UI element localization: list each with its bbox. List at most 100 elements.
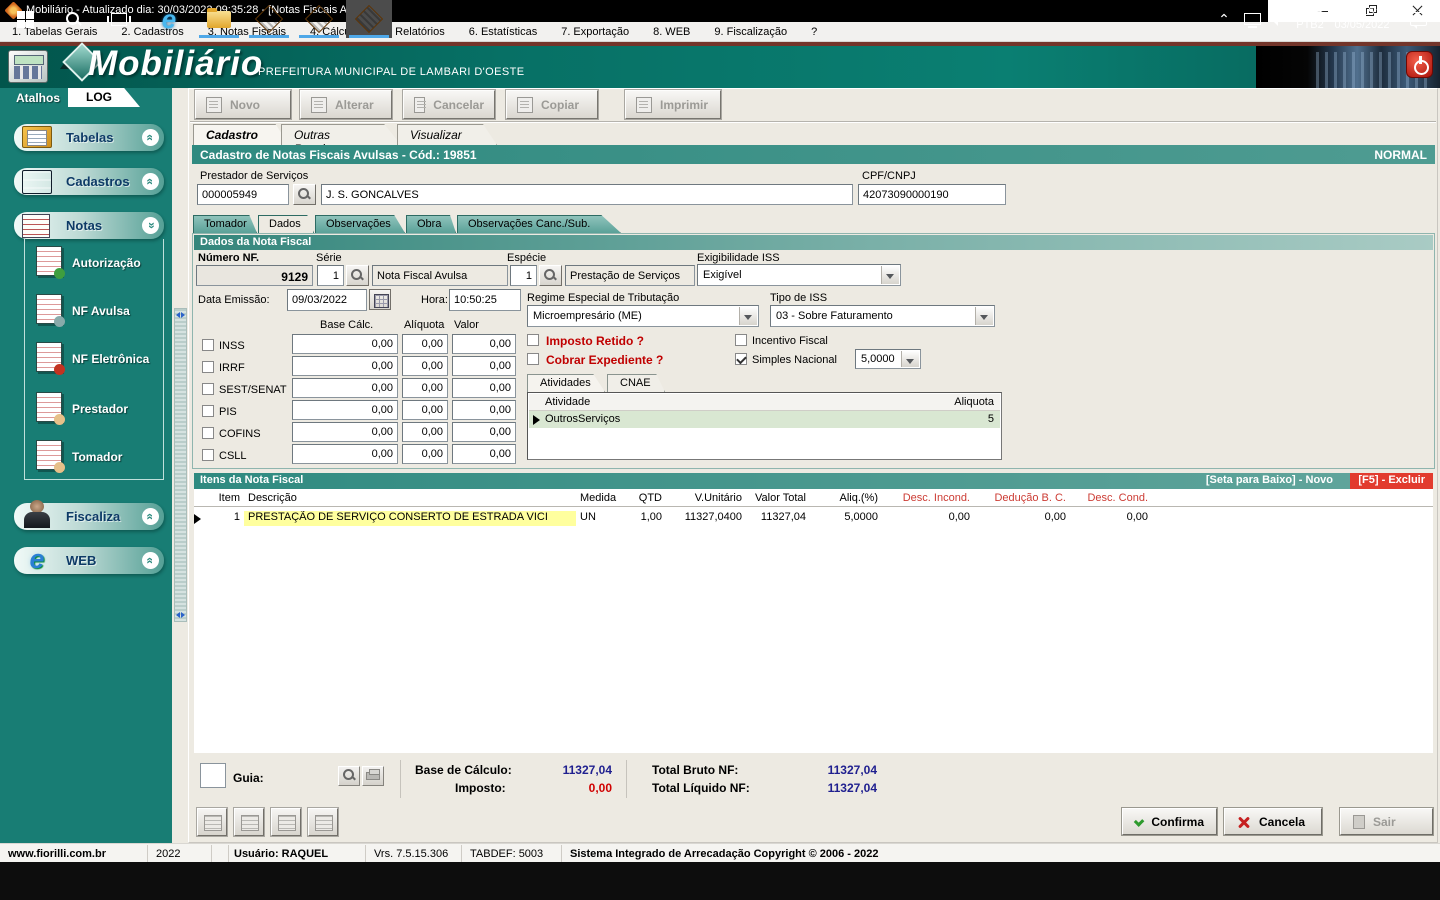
copiar-button[interactable]: Copiar [506, 90, 598, 119]
sidebar-item-autorizacao[interactable]: Autorização [72, 256, 141, 270]
power-button[interactable] [1406, 51, 1433, 78]
nav-button-4[interactable] [308, 808, 338, 836]
sidebar-group-tabelas[interactable]: Tabelas » [14, 124, 164, 151]
tab-outras-receitas[interactable]: Outras Receitas [281, 124, 401, 145]
guia-search-button[interactable] [338, 766, 360, 786]
sidebar-group-cadastros[interactable]: Cadastros » [14, 168, 164, 195]
regime-select[interactable]: Microempresário (ME) [527, 305, 759, 327]
tab-tomador[interactable]: Tomador [193, 215, 257, 233]
sest-valor-field[interactable]: 0,00 [452, 378, 516, 398]
prestador-code-field[interactable]: 000005949 [197, 184, 289, 205]
taskbar-app-1[interactable] [246, 0, 292, 38]
cobrar-expediente-checkbox[interactable] [527, 353, 539, 365]
cpf-field[interactable]: 42073090000190 [858, 184, 1006, 205]
chevron-up-icon[interactable]: » [142, 217, 159, 234]
nav-button-1[interactable] [197, 808, 227, 836]
prestador-search-button[interactable] [293, 184, 316, 205]
tab-visualizar[interactable]: Visualizar [397, 124, 497, 145]
sest-base-field[interactable]: 0,00 [292, 378, 398, 398]
tray-expand-button[interactable]: ⌃ [1210, 0, 1238, 38]
taskbar-explorer[interactable] [196, 0, 242, 38]
splitter-arrows-icon[interactable] [176, 611, 185, 619]
irrf-valor-field[interactable]: 0,00 [452, 356, 516, 376]
exigibilidade-select[interactable]: Exigível [697, 264, 901, 286]
sidebar-item-nf-avulsa[interactable]: NF Avulsa [72, 304, 130, 318]
simples-nacional-checkbox[interactable] [735, 353, 747, 365]
calendar-button[interactable] [369, 289, 391, 310]
volume-icon[interactable] [1262, 0, 1292, 38]
especie-field[interactable]: 1 [510, 265, 537, 286]
menu-help[interactable]: ? [799, 26, 829, 38]
data-emissao-field[interactable]: 09/03/2022 [287, 289, 367, 311]
csll-base-field[interactable]: 0,00 [292, 444, 398, 464]
tab-obra[interactable]: Obra [406, 215, 456, 233]
csll-aliq-field[interactable]: 0,00 [402, 444, 448, 464]
prestador-name-field[interactable]: J. S. GONCALVES [321, 184, 853, 205]
sidebar-group-notas[interactable]: Notas » [14, 212, 164, 239]
atividade-row[interactable]: OutrosServiços 5 [529, 411, 1000, 428]
tab-dados[interactable]: Dados [258, 215, 314, 233]
csll-valor-field[interactable]: 0,00 [452, 444, 516, 464]
taskbar-app-2[interactable] [296, 0, 342, 38]
item-row[interactable]: 1 PRESTAÇÃO DE SERVIÇO CONSERTO DE ESTRA… [194, 508, 1433, 526]
sidebar-group-fiscaliza[interactable]: Fiscaliza » [14, 503, 164, 530]
menu-fiscalizacao[interactable]: 9. Fiscalização [702, 26, 799, 38]
tab-observacoes[interactable]: Observações [315, 215, 405, 233]
imprimir-button[interactable]: Imprimir [625, 90, 721, 119]
sest-aliq-field[interactable]: 0,00 [402, 378, 448, 398]
guia-print-button[interactable] [362, 766, 384, 786]
menu-estatisticas[interactable]: 6. Estatísticas [457, 26, 549, 38]
sest-checkbox[interactable] [202, 383, 214, 395]
guia-field[interactable] [200, 763, 226, 788]
taskbar-ie[interactable]: e [146, 0, 192, 38]
pis-aliq-field[interactable]: 0,00 [402, 400, 448, 420]
taskbar-search-button[interactable] [50, 0, 96, 38]
irrf-checkbox[interactable] [202, 361, 214, 373]
confirma-button[interactable]: Confirma [1122, 808, 1217, 835]
sidebar-item-nf-eletronica[interactable]: NF Eletrônica [72, 352, 149, 366]
serie-search-button[interactable] [346, 265, 369, 286]
splitter-arrows-icon[interactable] [176, 311, 185, 319]
pis-base-field[interactable]: 0,00 [292, 400, 398, 420]
alterar-button[interactable]: Alterar [300, 90, 392, 119]
taskbar-app-3-active[interactable] [346, 0, 392, 38]
tipo-iss-select[interactable]: 03 - Sobre Faturamento [770, 305, 995, 327]
tab-atividades[interactable]: Atividades [527, 374, 605, 392]
clock[interactable]: 15:4503/05/2022 [1328, 0, 1396, 38]
incentivo-fiscal-checkbox[interactable] [735, 334, 747, 346]
cofins-checkbox[interactable] [202, 427, 214, 439]
task-view-button[interactable] [96, 0, 142, 38]
inss-valor-field[interactable]: 0,00 [452, 334, 516, 354]
menu-exportacao[interactable]: 7. Exportação [549, 26, 641, 38]
cofins-aliq-field[interactable]: 0,00 [402, 422, 448, 442]
inss-aliq-field[interactable]: 0,00 [402, 334, 448, 354]
tab-cadastro[interactable]: Cadastro [193, 124, 289, 145]
sidebar-group-web[interactable]: e WEB » [14, 547, 164, 574]
tab-cnae[interactable]: CNAE [607, 374, 665, 392]
sidebar-item-tomador[interactable]: Tomador [72, 450, 122, 464]
hora-field[interactable]: 10:50:25 [449, 289, 521, 311]
inss-base-field[interactable]: 0,00 [292, 334, 398, 354]
irrf-aliq-field[interactable]: 0,00 [402, 356, 448, 376]
simples-aliquota-select[interactable]: 5,0000 [855, 349, 921, 369]
novo-button[interactable]: Novo [195, 90, 291, 119]
serie-field[interactable]: 1 [317, 265, 344, 286]
sair-button[interactable]: Sair [1340, 808, 1433, 835]
panel-splitter[interactable] [174, 308, 187, 622]
menu-web[interactable]: 8. WEB [641, 26, 702, 38]
chevron-down-icon[interactable]: » [142, 173, 159, 190]
sidebar-item-prestador[interactable]: Prestador [72, 402, 128, 416]
imposto-retido-checkbox[interactable] [527, 334, 539, 346]
numero-field[interactable]: 9129 [196, 265, 313, 286]
especie-search-button[interactable] [539, 265, 562, 286]
nav-button-3[interactable] [271, 808, 301, 836]
inss-checkbox[interactable] [202, 339, 214, 351]
notification-center-button[interactable] [1402, 0, 1434, 38]
cofins-valor-field[interactable]: 0,00 [452, 422, 516, 442]
pis-valor-field[interactable]: 0,00 [452, 400, 516, 420]
csll-checkbox[interactable] [202, 449, 214, 461]
pis-checkbox[interactable] [202, 405, 214, 417]
cancela-button[interactable]: Cancela [1224, 808, 1322, 835]
chevron-down-icon[interactable]: » [142, 552, 159, 569]
cancelar-button[interactable]: Cancelar [403, 90, 495, 119]
